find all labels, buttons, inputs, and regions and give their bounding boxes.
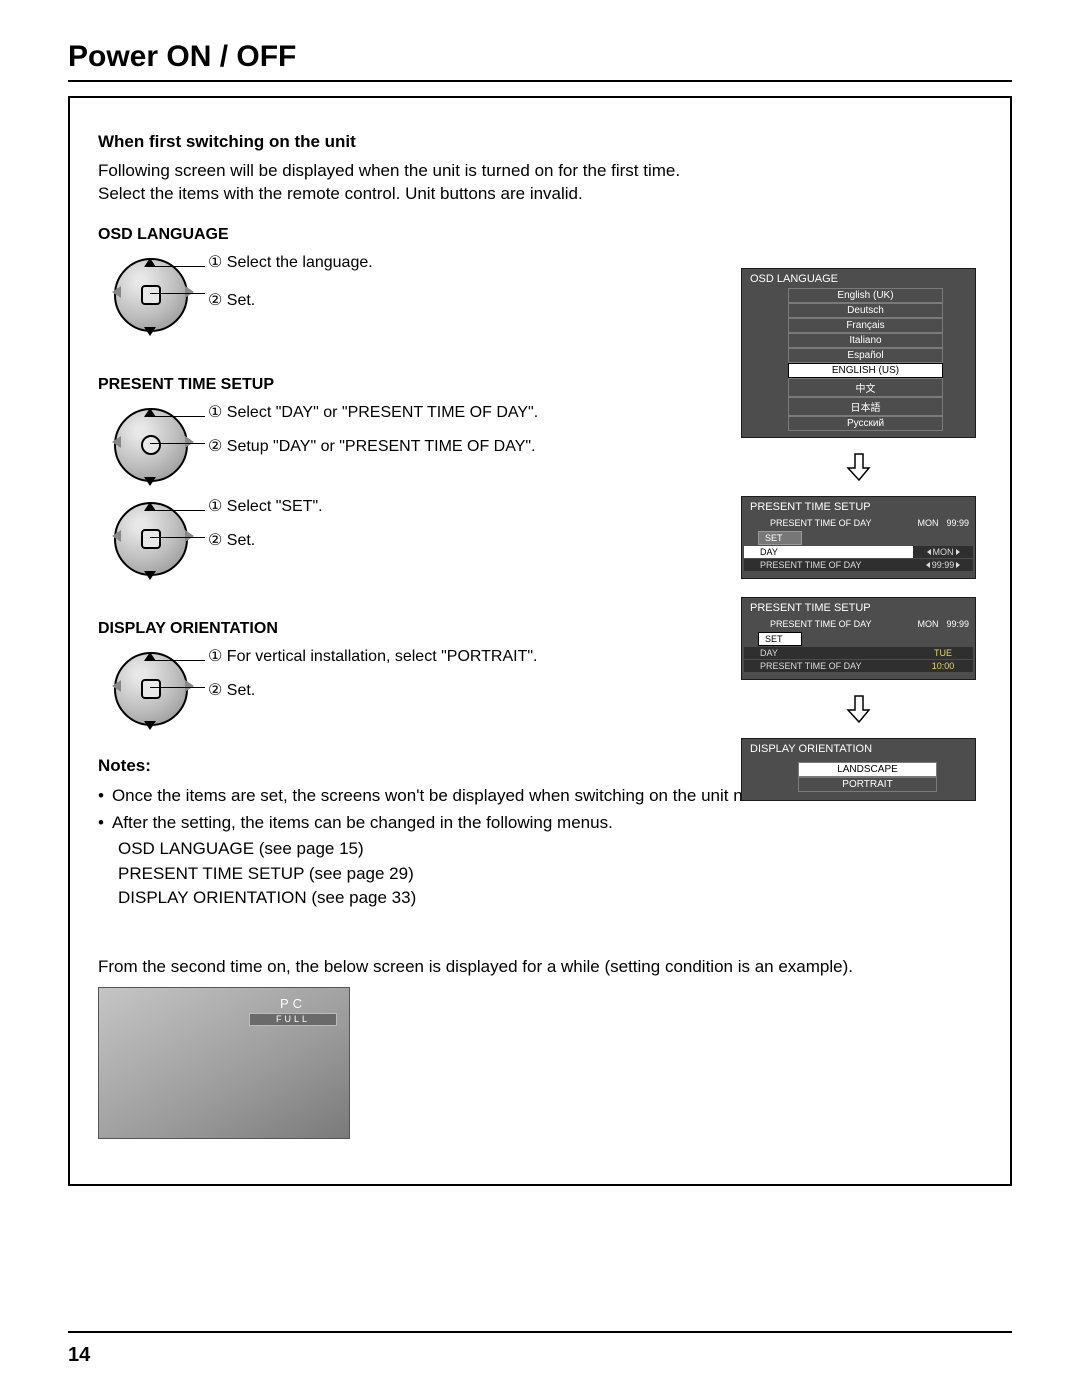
dial-icon [106,400,192,486]
orientation-option: PORTRAIT [798,777,937,792]
language-option: 中文 [788,378,943,397]
display-orientation-panel: DISPLAY ORIENTATION LANDSCAPE PORTRAIT [741,738,976,801]
pts-panel-1: PRESENT TIME SETUP PRESENT TIME OF DAY M… [741,496,976,579]
language-option: Italiano [788,333,943,348]
osd-preview-column: OSD LANGUAGE English (UK) Deutsch França… [741,268,976,801]
first-switch-text: Following screen will be displayed when … [98,160,982,206]
second-time-para: From the second time on, the below scree… [98,957,982,977]
pts-title: PRESENT TIME SETUP [742,499,975,516]
pts-day-label: DAY [744,647,913,659]
notes-sub-3: DISPLAY ORIENTATION (see page 33) [118,886,982,911]
osd-language-panel: OSD LANGUAGE English (UK) Deutsch França… [741,268,976,438]
startup-screen-preview: PC FULL [98,987,350,1139]
pts-title: PRESENT TIME SETUP [742,600,975,617]
orientation-title: DISPLAY ORIENTATION [742,741,975,758]
content-frame: When first switching on the unit Followi… [68,96,1012,1186]
pts-header-label: PRESENT TIME OF DAY [758,518,917,528]
pts-header-label: PRESENT TIME OF DAY [758,619,917,629]
notes-sub-2: PRESENT TIME SETUP (see page 29) [118,862,982,887]
osd-language-heading: OSD LANGUAGE [98,226,982,244]
disp-ori-step2: ② Set. [208,680,538,700]
first-switch-line1: Following screen will be displayed when … [98,161,680,180]
osd-lang-step1: ① Select the language. [208,252,373,272]
page-title: Power ON / OFF [68,40,1012,82]
pts-day-label: DAY [744,546,913,558]
pts-step1: ① Select "DAY" or "PRESENT TIME OF DAY". [208,402,538,422]
dial-icon [106,250,192,336]
language-option: English (UK) [788,288,943,303]
pts-set-button: SET [758,531,802,545]
dial-icon [106,644,192,730]
osd-language-title: OSD LANGUAGE [742,271,975,288]
pts-time-value: 10:00 [932,661,955,671]
language-option: Español [788,348,943,363]
language-option: Français [788,318,943,333]
pts-set-button-selected: SET [758,632,802,646]
pts-header-day: MON [917,518,938,528]
language-option: Русский [788,416,943,431]
pts-step2: ② Setup "DAY" or "PRESENT TIME OF DAY". [208,436,538,456]
pts-header-day: MON [917,619,938,629]
pts-time-value: 99:99 [932,560,955,570]
notes-list: •Once the items are set, the screens won… [98,784,982,911]
pts-panel-2: PRESENT TIME SETUP PRESENT TIME OF DAY M… [741,597,976,680]
notes-bullet-1: Once the items are set, the screens won'… [112,784,807,809]
pts-step4: ② Set. [208,530,323,550]
startup-pc-label: PC [249,996,337,1013]
startup-full-label: FULL [249,1013,337,1026]
pts-day-value: MON [933,547,954,557]
arrow-down-icon [844,452,874,482]
dial-icon [106,494,192,580]
first-switch-line2: Select the items with the remote control… [98,184,583,203]
disp-ori-step1: ① For vertical installation, select "POR… [208,646,538,666]
notes-bullet-2: After the setting, the items can be chan… [112,811,613,836]
first-switch-heading: When first switching on the unit [98,132,982,152]
page-number: 14 [68,1344,90,1367]
pts-header-time: 99:99 [946,518,969,528]
language-option: 日本語 [788,397,943,416]
language-option: Deutsch [788,303,943,318]
orientation-option-selected: LANDSCAPE [798,762,937,777]
language-option-selected: ENGLISH (US) [788,363,943,378]
osd-lang-step2: ② Set. [208,290,373,310]
notes-sub-1: OSD LANGUAGE (see page 15) [118,837,982,862]
pts-time-label: PRESENT TIME OF DAY [744,559,913,571]
arrow-down-icon [844,694,874,724]
pts-time-label: PRESENT TIME OF DAY [744,660,913,672]
osd-language-list: English (UK) Deutsch Français Italiano E… [742,288,975,431]
pts-header-time: 99:99 [946,619,969,629]
pts-step3: ① Select "SET". [208,496,323,516]
pts-day-value: TUE [934,648,952,658]
